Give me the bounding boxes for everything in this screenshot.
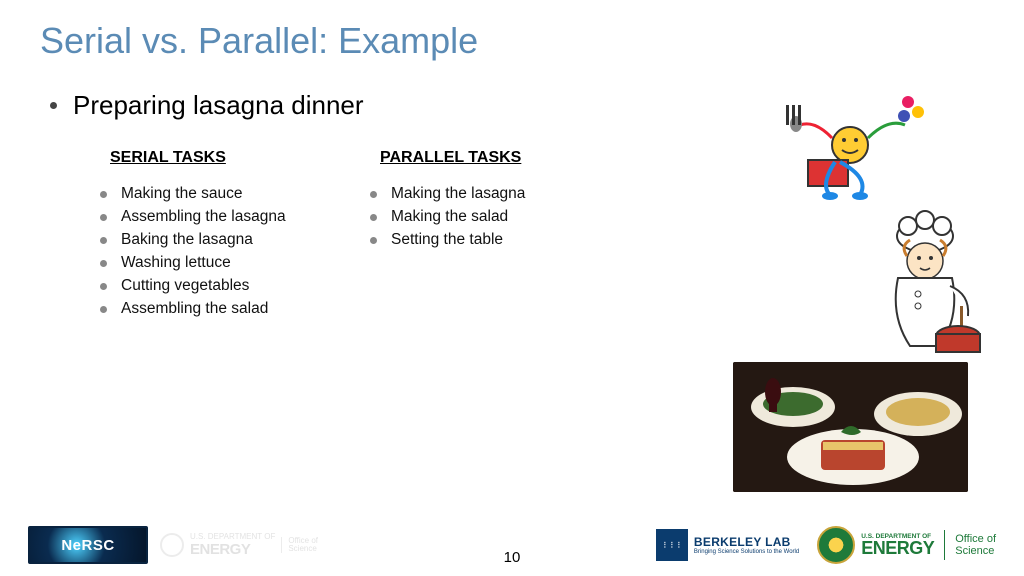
- list-item: Setting the table: [370, 231, 590, 249]
- bullet-dot-icon: [370, 191, 377, 198]
- berkeley-tagline: Bringing Science Solutions to the World: [694, 549, 799, 555]
- bullet-dot-icon: [100, 191, 107, 198]
- list-item-text: Assembling the lasagna: [121, 208, 286, 226]
- bullet-dot-icon: [370, 237, 377, 244]
- parallel-column: PARALLEL TASKS Making the lasagna Making…: [370, 149, 590, 323]
- list-item: Baking the lasagna: [100, 231, 320, 249]
- list-item: Making the sauce: [100, 185, 320, 203]
- serial-column: SERIAL TASKS Making the sauce Assembling…: [100, 149, 320, 323]
- list-item-text: Making the salad: [391, 208, 508, 226]
- list-item-text: Making the sauce: [121, 185, 243, 203]
- image-column: [690, 90, 1010, 492]
- energy-text: ENERGY: [190, 541, 275, 558]
- list-item: Washing lettuce: [100, 254, 320, 272]
- footer-left: NeRSC U.S. DEPARTMENT OF ENERGY Office o…: [28, 526, 318, 564]
- juggling-chef-clipart: [760, 90, 940, 200]
- bullet-dot-icon: [100, 260, 107, 267]
- list-item-text: Baking the lasagna: [121, 231, 253, 249]
- energy-dept-text: U.S. DEPARTMENT OF: [190, 533, 275, 541]
- slide-title: Serial vs. Parallel: Example: [0, 0, 1024, 62]
- list-item: Assembling the lasagna: [100, 208, 320, 226]
- bullet-dot-icon: [100, 306, 107, 313]
- divider: [944, 530, 945, 560]
- content-area: Preparing lasagna dinner SERIAL TASKS Ma…: [0, 62, 1024, 492]
- list-item: Making the lasagna: [370, 185, 590, 203]
- list-item: Cutting vegetables: [100, 277, 320, 295]
- list-item-text: Making the lasagna: [391, 185, 525, 203]
- lasagna-dinner-photo: [733, 362, 968, 492]
- bullet-dot-icon: [50, 102, 57, 109]
- bullet-dot-icon: [370, 214, 377, 221]
- footer: NeRSC U.S. DEPARTMENT OF ENERGY Office o…: [0, 522, 1024, 568]
- nersc-logo: NeRSC: [28, 526, 148, 564]
- energy-seal-icon: [817, 526, 855, 564]
- berkeley-lab-logo: ⋮⋮⋮ BERKELEY LAB Bringing Science Soluti…: [656, 529, 799, 561]
- bullet-dot-icon: [100, 237, 107, 244]
- energy-logo: U.S. DEPARTMENT OF ENERGY Office ofScien…: [817, 526, 996, 564]
- berkeley-seal-icon: ⋮⋮⋮: [656, 529, 688, 561]
- list-item-text: Setting the table: [391, 231, 503, 249]
- bullet-dot-icon: [100, 214, 107, 221]
- energy-logo-faded: U.S. DEPARTMENT OF ENERGY Office of Scie…: [160, 533, 318, 558]
- list-item-text: Cutting vegetables: [121, 277, 249, 295]
- task-columns: SERIAL TASKS Making the sauce Assembling…: [50, 149, 690, 323]
- list-item: Making the salad: [370, 208, 590, 226]
- office-science-text: Office ofScience: [955, 533, 996, 557]
- berkeley-text: BERKELEY LAB: [694, 535, 799, 549]
- list-item: Assembling the salad: [100, 300, 320, 318]
- energy-text: ENERGY: [861, 540, 934, 556]
- serial-heading: SERIAL TASKS: [100, 149, 320, 167]
- seal-icon: [160, 533, 184, 557]
- footer-right: ⋮⋮⋮ BERKELEY LAB Bringing Science Soluti…: [656, 526, 996, 564]
- parallel-heading: PARALLEL TASKS: [370, 149, 590, 167]
- bullet-dot-icon: [100, 283, 107, 290]
- chef-stirring-clipart: [850, 206, 1000, 356]
- main-bullet: Preparing lasagna dinner: [50, 90, 690, 121]
- main-bullet-text: Preparing lasagna dinner: [73, 90, 364, 121]
- science-text: Science: [288, 545, 318, 553]
- list-item-text: Washing lettuce: [121, 254, 231, 272]
- text-column: Preparing lasagna dinner SERIAL TASKS Ma…: [50, 90, 690, 492]
- list-item-text: Assembling the salad: [121, 300, 268, 318]
